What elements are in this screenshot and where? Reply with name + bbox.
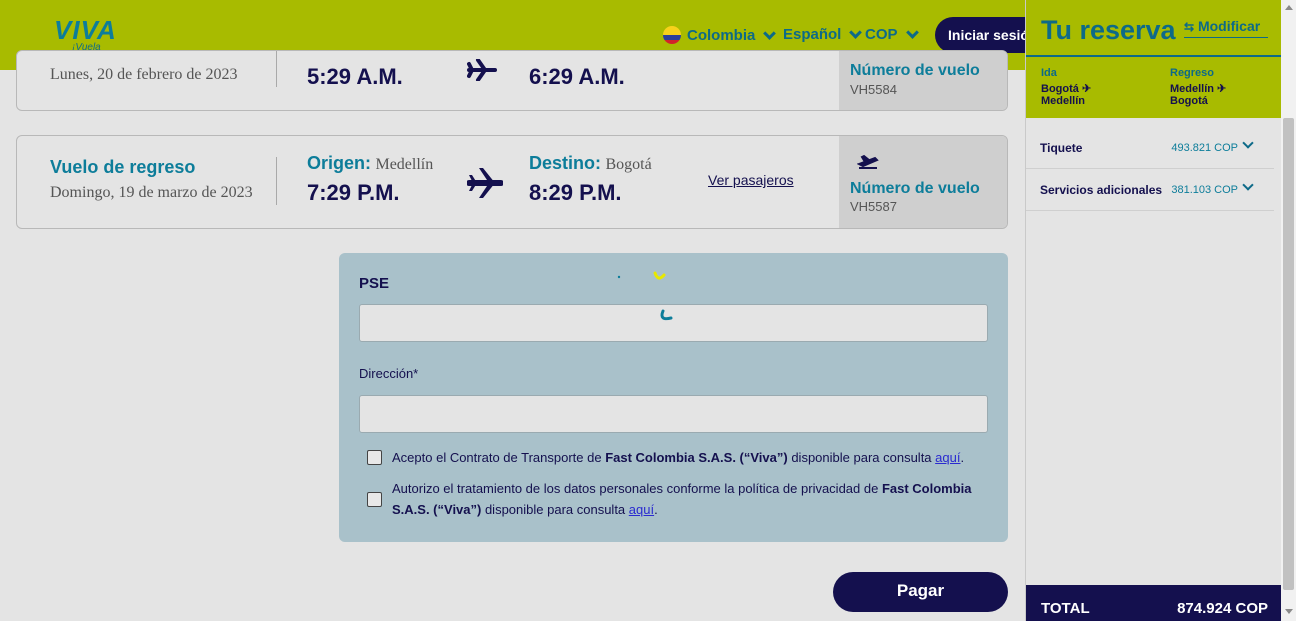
destination: Destino: Bogotá [529,153,652,174]
consent-privacy-text: Autorizo el tratamiento de los datos per… [392,481,972,517]
ticket-label: Tiquete [1040,141,1083,155]
swap-icon: ⇆ [1184,20,1195,34]
logo-text: VIVA [54,15,117,45]
services-value: 381.103 COP [1171,184,1238,196]
divider [276,51,277,87]
contract-link[interactable]: aquí [935,450,960,465]
outbound-departure-time: 5:29 A.M. [307,64,403,89]
return-arrival-time: 8:29 P.M. [529,180,622,205]
origin: Origen: Medellín [307,153,433,174]
divider [1026,55,1282,57]
colombia-flag-icon [663,26,681,44]
booking-summary-header: Tu reserva ⇆ Modificar Ida Bogotá ✈ Mede… [1026,0,1282,118]
modify-button[interactable]: ⇆ Modificar [1184,18,1268,38]
airplane-icon [467,168,503,198]
chevron-down-icon [905,26,919,39]
chevron-down-icon [849,26,863,39]
booking-summary-sidebar: Tu reserva ⇆ Modificar Ida Bogotá ✈ Mede… [1025,0,1282,621]
chevron-down-icon [1242,137,1254,149]
destination-label: Destino: [529,153,601,173]
country-selector[interactable]: Colombia [663,26,777,44]
scroll-down-arrow-icon[interactable] [1285,609,1293,614]
flight-number: VH5584 [850,82,897,97]
address-field[interactable] [359,395,988,433]
scroll-up-arrow-icon[interactable] [1285,5,1293,10]
airplane-icon [467,59,497,81]
return-origin: Medellín ✈ [1170,83,1227,95]
origin-city: Medellín [375,156,434,173]
language-selector[interactable]: Español [783,26,863,43]
outbound-flight-card: Lunes, 20 de febrero de 2023 5:29 A.M. 6… [16,50,1008,111]
return-departure-time: 7:29 P.M. [307,180,400,205]
outbound-destination: Medellín [1041,95,1086,107]
return-flight-title: Vuelo de regreso [50,157,196,177]
return-label: Regreso [1170,67,1215,79]
pay-button[interactable]: Pagar [833,572,1008,612]
consent-contract-row: Acepto el Contrato de Transporte de Fast… [367,447,987,468]
pse-bank-field[interactable] [359,304,988,342]
return-flight-card: Vuelo de regreso Domingo, 19 de marzo de… [16,135,1008,229]
loading-dot [617,275,621,279]
services-label: Servicios adicionales [1040,183,1163,197]
plane-takeoff-icon [857,154,879,169]
ticket-value: 493.821 COP [1171,142,1238,154]
consent-contract-text: Acepto el Contrato de Transporte de Fast… [392,450,965,465]
payment-method-title: PSE [359,275,390,292]
privacy-link[interactable]: aquí [629,502,654,517]
consent-privacy-checkbox[interactable] [367,491,382,507]
consent-contract-checkbox[interactable] [367,450,382,465]
ticket-summary-row[interactable]: Tiquete 493.821 COP [1026,127,1274,169]
vertical-scrollbar[interactable] [1281,0,1296,621]
total-bar: TOTAL 874.924 COP [1026,585,1282,621]
origin-label: Origen: [307,153,372,173]
flight-number-label: Número de vuelo [850,62,980,79]
modify-label: Modificar [1197,18,1261,34]
address-label: Dirección* [359,366,419,381]
payment-form: PSE Dirección* Acepto el Contrato de Tra… [339,253,1008,542]
destination-city: Bogotá [605,156,652,173]
language-label: Español [783,26,842,43]
chevron-down-icon [1242,179,1254,191]
services-summary-row[interactable]: Servicios adicionales 381.103 COP [1026,169,1274,211]
total-value: 874.924 COP [1177,600,1268,617]
return-destination: Bogotá [1170,95,1208,107]
booking-summary-title: Tu reserva [1041,15,1176,45]
flight-number: VH5587 [850,199,897,214]
chevron-down-icon [763,26,777,40]
outbound-origin: Bogotá ✈ [1041,83,1092,95]
currency-label: COP [865,26,898,43]
divider [276,157,277,205]
total-label: TOTAL [1041,600,1090,617]
currency-selector[interactable]: COP [865,26,919,43]
country-label: Colombia [687,26,756,44]
scrollbar-thumb[interactable] [1283,118,1294,590]
consent-privacy-row: Autorizo el tratamiento de los datos per… [367,478,987,520]
outbound-date: Lunes, 20 de febrero de 2023 [50,66,238,83]
flight-number-label: Número de vuelo [850,180,980,197]
outbound-arrival-time: 6:29 A.M. [529,64,625,89]
view-passengers-link[interactable]: Ver pasajeros [708,172,794,188]
outbound-label: Ida [1041,67,1057,79]
loading-spinner-icon [653,271,666,280]
return-date: Domingo, 19 de marzo de 2023 [50,184,253,201]
loading-spinner-icon [660,309,673,321]
flight-number-pane [839,51,1007,110]
